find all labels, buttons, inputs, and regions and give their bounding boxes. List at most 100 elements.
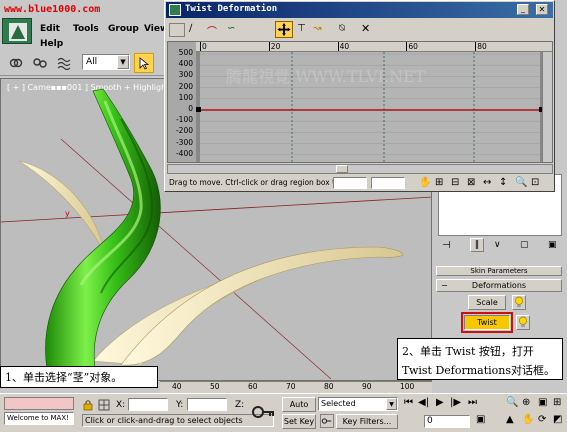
- zoom-extents-graph-icon[interactable]: ⊞: [435, 177, 443, 188]
- ruler-tick-label: 20: [268, 42, 281, 51]
- lightbulb-icon: [515, 296, 523, 308]
- set-key-button[interactable]: Set Key: [282, 414, 316, 429]
- twist-button[interactable]: Twist: [464, 315, 510, 330]
- make-unique-icon[interactable]: ∨: [494, 240, 501, 250]
- x-coord-field[interactable]: [128, 398, 168, 411]
- zoom-horizontal-icon[interactable]: ↔: [483, 177, 491, 188]
- remove-modifier-icon[interactable]: ▢: [520, 240, 529, 250]
- prompt-text: Click or click-and-drag to select object…: [85, 416, 243, 425]
- zoom-vertical-icon[interactable]: ↕: [499, 177, 507, 188]
- status-bar: Welcome to MAX! X: Y: Z: Click or click-…: [0, 393, 567, 432]
- menu-help[interactable]: Help: [40, 39, 63, 49]
- absolute-mode-icon[interactable]: [98, 399, 110, 411]
- time-config-icon[interactable]: ▣: [476, 414, 485, 425]
- display-x-icon[interactable]: ∕: [189, 23, 192, 34]
- zoom-h-extents-icon[interactable]: ⊟: [451, 177, 459, 188]
- y-coord-field[interactable]: [187, 398, 227, 411]
- dialog-status-text: Drag to move. Ctrl-click or drag region …: [169, 178, 340, 187]
- set-key-toggle[interactable]: [320, 414, 334, 428]
- selection-filter-value: All: [86, 57, 98, 67]
- prompt-line: Click or click-and-drag to select object…: [82, 414, 274, 427]
- maxscript-mini-listener[interactable]: Welcome to MAX!: [4, 412, 74, 425]
- menu-tools[interactable]: Tools: [73, 24, 99, 34]
- callout-step2-line1: 2、单击 Twist 按钮，打开: [402, 345, 534, 358]
- zoom-graph-icon[interactable]: 🔍: [515, 177, 527, 188]
- skin-params-label: Skin Parameters: [470, 267, 528, 275]
- unlink-button[interactable]: [30, 53, 50, 73]
- leaf-front: [120, 246, 403, 366]
- zoom-extents-all-icon[interactable]: ⊞: [553, 397, 561, 408]
- select-object-button[interactable]: [134, 53, 154, 73]
- orbit-icon[interactable]: ⟳: [538, 414, 546, 425]
- display-y-icon[interactable]: ⌒: [207, 23, 217, 38]
- scale-toggle[interactable]: [512, 295, 526, 310]
- graph-vscroll[interactable]: [542, 52, 552, 162]
- menu-group[interactable]: Group: [108, 24, 139, 34]
- skin-params-rollout[interactable]: Skin Parameters: [436, 266, 562, 276]
- goto-start-icon[interactable]: ⏮: [404, 397, 413, 408]
- auto-key-button[interactable]: Auto Key: [282, 397, 316, 422]
- deformations-rollout[interactable]: − Deformations: [436, 279, 562, 292]
- play-icon[interactable]: ▶: [436, 397, 444, 408]
- close-button[interactable]: ✕: [536, 4, 548, 15]
- scale-label: Scale: [476, 298, 498, 307]
- y-axis-label: -100: [175, 115, 193, 125]
- zoom-icon[interactable]: 🔍: [506, 397, 518, 408]
- timeline[interactable]: 40 50 60 70 80 90 100: [160, 381, 432, 393]
- y-axis-label: 500: [178, 48, 193, 57]
- move-control-point-button[interactable]: [275, 21, 293, 38]
- y-coord-label: Y:: [176, 400, 184, 410]
- link-button[interactable]: [6, 53, 26, 73]
- scroll-thumb[interactable]: [336, 165, 348, 173]
- dialog-titlebar[interactable]: Twist Deformation _ ✕: [166, 2, 553, 18]
- zoom-region-icon[interactable]: ⊡: [531, 177, 539, 188]
- goto-end-icon[interactable]: ⏭: [468, 397, 477, 408]
- show-end-result-icon[interactable]: ‖: [470, 238, 484, 252]
- delete-control-point-icon[interactable]: ⍉: [339, 23, 345, 34]
- maximize-viewport-icon[interactable]: ◩: [553, 414, 562, 425]
- reset-curve-icon[interactable]: ✕: [361, 22, 370, 35]
- pin-stack-icon[interactable]: ⊣: [442, 240, 451, 251]
- scale-control-point-icon[interactable]: ⊤: [297, 23, 306, 34]
- app-icon[interactable]: [2, 18, 32, 44]
- stack-tools: ⊣ ‖ ∨ ▢ ▣: [440, 238, 560, 254]
- minimize-button[interactable]: _: [517, 4, 529, 15]
- prev-frame-icon[interactable]: ◀|: [418, 397, 429, 408]
- key-filters-button[interactable]: Key Filters...: [336, 414, 398, 429]
- y-axis-label: 200: [178, 81, 193, 91]
- dialog-title: Twist Deformation: [185, 4, 278, 14]
- ruler: 0 20 40 60 80: [196, 42, 552, 52]
- bind-spacewarp-button[interactable]: [54, 53, 74, 73]
- zoom-all-icon[interactable]: ⊕: [522, 397, 530, 408]
- insert-corner-point-icon[interactable]: ↝: [313, 23, 321, 34]
- twist-deformation-dialog: Twist Deformation _ ✕ ∕ ⌒ ∽ ⊤ ↝ ⍉ ✕ 500 4…: [164, 0, 555, 192]
- make-symmetrical-icon[interactable]: [169, 23, 185, 37]
- point-y-field[interactable]: [371, 177, 405, 189]
- graph-hscroll[interactable]: [167, 164, 553, 174]
- current-frame-field[interactable]: 0: [424, 415, 470, 428]
- deformation-graph[interactable]: 500 400 300 200 100 0 -100 -200 -300 -400 0 20 40 60…: [167, 41, 553, 163]
- point-x-field[interactable]: [333, 177, 367, 189]
- select-arrow-icon: [139, 57, 150, 70]
- y-axis-label: 0: [188, 104, 193, 113]
- fov-icon[interactable]: ▲: [506, 414, 514, 425]
- zoom-extents-icon[interactable]: ▣: [538, 397, 547, 408]
- maxscript-listener[interactable]: [4, 397, 74, 410]
- key-mode-dropdown[interactable]: Selected ▼: [318, 397, 398, 411]
- maxscript-text: Welcome to MAX!: [7, 414, 69, 422]
- next-frame-icon[interactable]: |▶: [450, 397, 461, 408]
- twist-toggle[interactable]: [516, 315, 530, 330]
- configure-sets-icon[interactable]: ▣: [548, 240, 557, 250]
- display-xy-icon[interactable]: ∽: [227, 23, 235, 34]
- menu-edit[interactable]: Edit: [40, 24, 60, 34]
- pan-graph-icon[interactable]: ✋: [419, 177, 431, 188]
- pan-icon[interactable]: ✋: [522, 414, 534, 425]
- scale-button[interactable]: Scale: [468, 295, 506, 310]
- y-axis-label: -200: [175, 126, 193, 136]
- lock-selection-icon[interactable]: [82, 399, 94, 411]
- zoom-v-extents-icon[interactable]: ⊠: [467, 177, 475, 188]
- selection-filter-dropdown[interactable]: All ▼: [82, 54, 130, 70]
- control-point-start[interactable]: [196, 107, 201, 112]
- key-mode-icon[interactable]: [250, 400, 276, 424]
- ruler-tick-label: 60: [406, 42, 418, 51]
